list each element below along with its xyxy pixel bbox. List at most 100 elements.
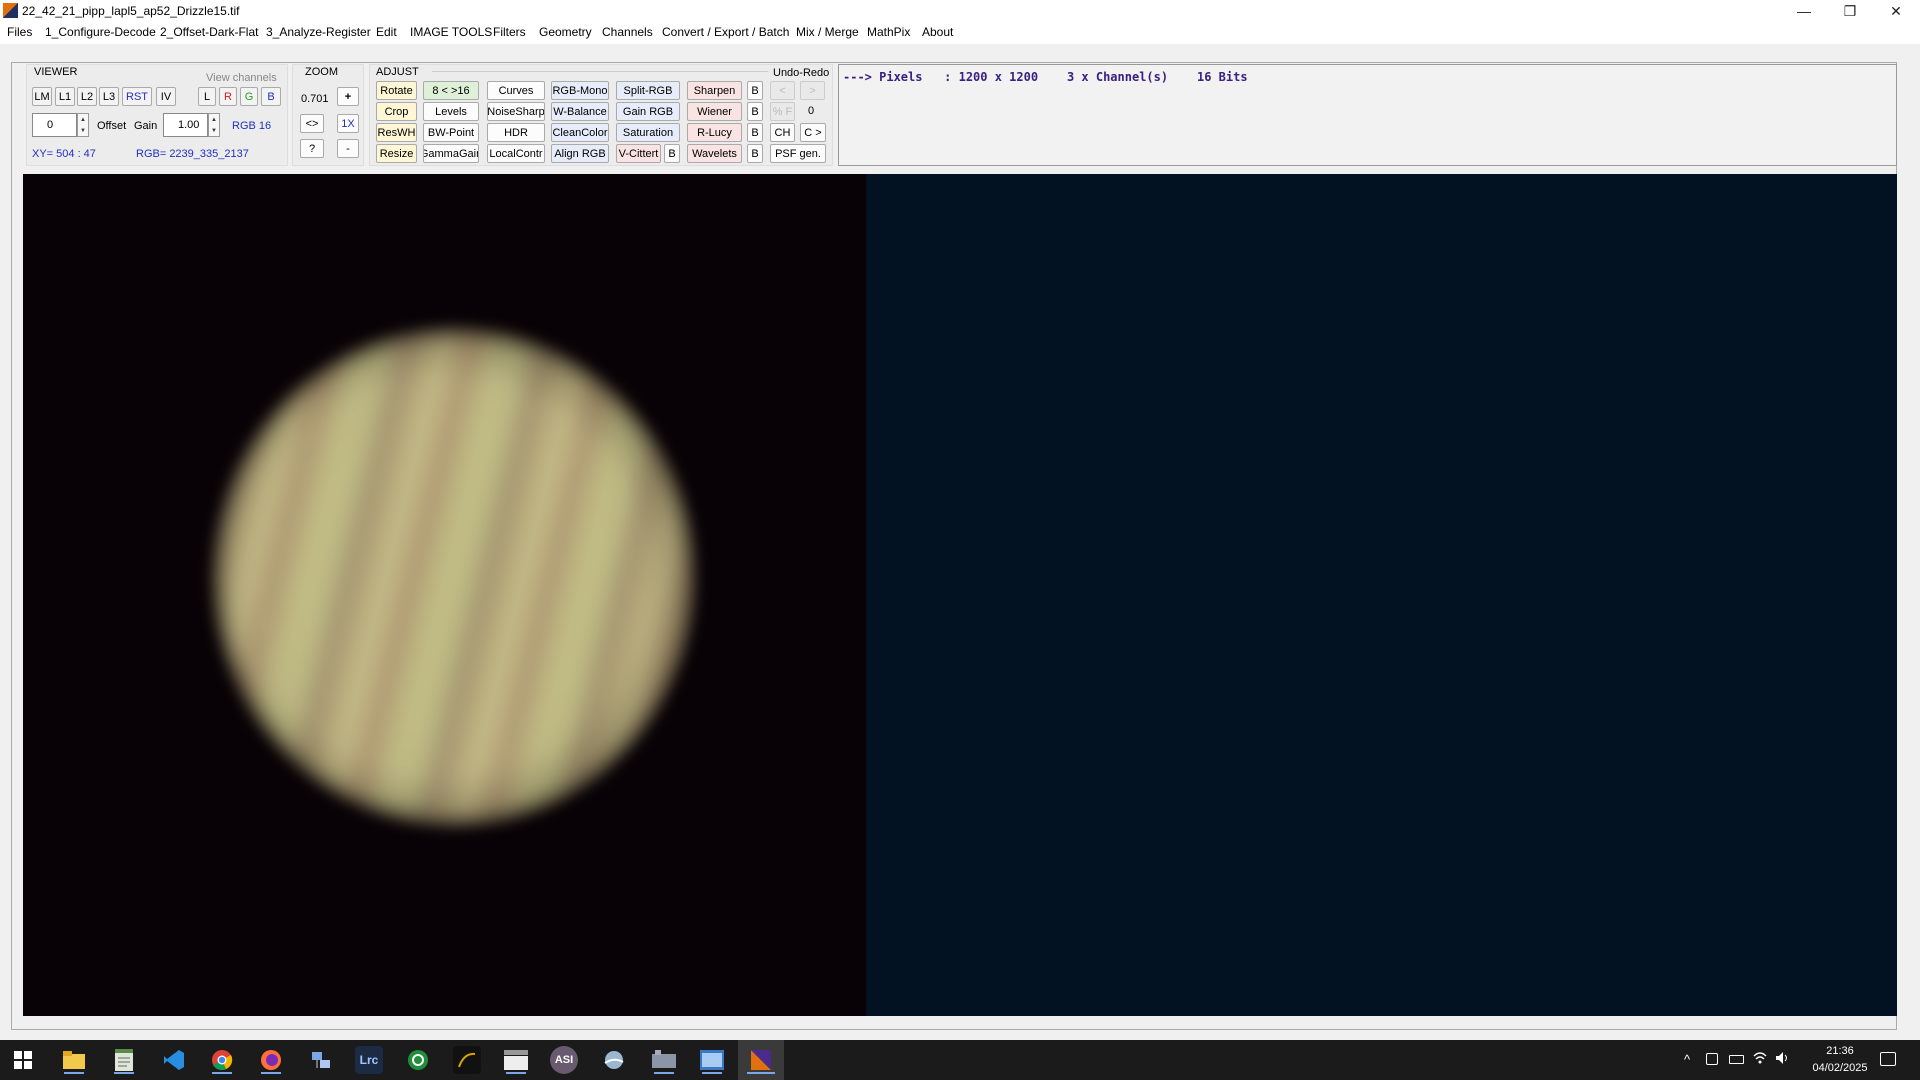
- vscode-icon[interactable]: [160, 1046, 188, 1074]
- green-circle-app-icon[interactable]: [404, 1046, 432, 1074]
- c-next-button[interactable]: C >: [800, 123, 826, 142]
- channel-b-button[interactable]: B: [261, 87, 281, 106]
- white-balance-button[interactable]: W-Balance: [551, 102, 609, 121]
- tray-chevron-icon[interactable]: ^: [1684, 1052, 1690, 1067]
- menu-about[interactable]: About: [922, 25, 953, 39]
- menu-convert-export-batch[interactable]: Convert / Export / Batch: [662, 25, 789, 39]
- viewer-rst-button[interactable]: RST: [122, 87, 152, 106]
- spin-up-icon[interactable]: ▲: [211, 117, 217, 123]
- notepad-icon[interactable]: [110, 1046, 138, 1074]
- resize-button[interactable]: Resize: [376, 144, 417, 163]
- stellarium-icon[interactable]: [600, 1046, 628, 1074]
- restore-button[interactable]: ❐: [1827, 0, 1873, 22]
- bw-point-button[interactable]: BW-Point: [423, 123, 479, 142]
- zoom-in-button[interactable]: +: [337, 87, 359, 106]
- close-button[interactable]: ✕: [1873, 0, 1919, 22]
- offset-input[interactable]: 0: [32, 113, 77, 137]
- viewer-lm-button[interactable]: LM: [32, 87, 52, 106]
- image-display-area[interactable]: [23, 174, 1897, 1016]
- wifi-icon[interactable]: [1753, 1051, 1767, 1065]
- clock-time[interactable]: 21:36: [1817, 1045, 1863, 1057]
- zoom-out-button[interactable]: -: [337, 139, 359, 158]
- saturation-button[interactable]: Saturation: [616, 123, 680, 142]
- wiener-b-button[interactable]: B: [747, 102, 763, 121]
- gain-rgb-button[interactable]: Gain RGB: [616, 102, 680, 121]
- wavelets-button[interactable]: Wavelets: [687, 144, 742, 163]
- menu-geometry[interactable]: Geometry: [539, 25, 592, 39]
- menu-offset-dark-flat[interactable]: 2_Offset-Dark-Flat: [160, 25, 258, 39]
- menu-mix-merge[interactable]: Mix / Merge: [796, 25, 859, 39]
- firefox-icon[interactable]: [257, 1046, 285, 1074]
- lightroom-classic-icon[interactable]: Lrc: [355, 1046, 383, 1074]
- viewer-l1-button[interactable]: L1: [55, 87, 75, 106]
- menu-image-tools[interactable]: IMAGE TOOLS: [410, 25, 492, 39]
- rgb-mono-button[interactable]: RGB-Mono: [551, 81, 609, 100]
- curves-button[interactable]: Curves: [487, 81, 545, 100]
- windows-start-icon[interactable]: [9, 1046, 37, 1074]
- v-cittert-button[interactable]: V-Cittert: [616, 144, 661, 163]
- sharpen-b-button[interactable]: B: [747, 81, 763, 100]
- hdr-button[interactable]: HDR: [487, 123, 545, 142]
- r-lucy-b-button[interactable]: B: [747, 123, 763, 142]
- menu-channels[interactable]: Channels: [602, 25, 653, 39]
- film-app-icon[interactable]: [650, 1046, 678, 1074]
- notifications-icon[interactable]: [1880, 1052, 1896, 1066]
- channel-g-button[interactable]: G: [240, 87, 258, 106]
- image-canvas[interactable]: [23, 174, 866, 1016]
- viewer-l3-button[interactable]: L3: [99, 87, 119, 106]
- photo-viewer-icon[interactable]: [698, 1046, 726, 1074]
- sharpen-button[interactable]: Sharpen: [687, 81, 742, 100]
- noisesharp-button[interactable]: NoiseSharp: [487, 102, 545, 121]
- align-rgb-button[interactable]: Align RGB: [551, 144, 609, 163]
- menu-files[interactable]: Files: [7, 25, 32, 39]
- spin-down-icon[interactable]: ▼: [80, 128, 86, 134]
- split-rgb-button[interactable]: Split-RGB: [616, 81, 680, 100]
- battery-icon[interactable]: [1729, 1055, 1744, 1064]
- menu-mathpix[interactable]: MathPix: [867, 25, 910, 39]
- menu-filters[interactable]: Filters: [493, 25, 526, 39]
- clapper-app-icon[interactable]: [502, 1046, 530, 1074]
- menu-analyze-register[interactable]: 3_Analyze-Register: [266, 25, 371, 39]
- zoom-1x-button[interactable]: 1X: [337, 114, 359, 133]
- menu-edit[interactable]: Edit: [376, 25, 397, 39]
- reswh-button[interactable]: ResWH: [376, 123, 417, 142]
- channel-l-button[interactable]: L: [198, 87, 216, 106]
- viewer-l2-button[interactable]: L2: [77, 87, 97, 106]
- gain-spinner[interactable]: ▲ ▼: [208, 113, 220, 137]
- asi-studio-icon[interactable]: ASI: [550, 1046, 578, 1074]
- crop-button[interactable]: Crop: [376, 102, 417, 121]
- wavelets-b-button[interactable]: B: [747, 144, 763, 163]
- dark-app-icon[interactable]: [453, 1046, 481, 1074]
- cleancolor-button[interactable]: CleanColor: [551, 123, 609, 142]
- channel-r-button[interactable]: R: [219, 87, 237, 106]
- network-app-icon[interactable]: [307, 1046, 335, 1074]
- spin-up-icon[interactable]: ▲: [80, 117, 86, 123]
- v-cittert-b-button[interactable]: B: [664, 144, 680, 163]
- offset-spinner[interactable]: ▲ ▼: [77, 113, 89, 137]
- bit-depth-button[interactable]: 8 < >16: [423, 81, 479, 100]
- undo-button[interactable]: <: [770, 81, 795, 100]
- help-button[interactable]: ?: [300, 139, 324, 158]
- gain-input[interactable]: 1.00: [163, 113, 208, 137]
- redo-button[interactable]: >: [800, 81, 825, 100]
- psf-gen-button[interactable]: PSF gen.: [770, 144, 826, 163]
- chrome-icon[interactable]: [208, 1046, 236, 1074]
- meet-now-icon[interactable]: [1706, 1053, 1718, 1065]
- menu-configure-decode[interactable]: 1_Configure-Decode: [45, 25, 156, 39]
- localcontr-button[interactable]: LocalContr: [487, 144, 545, 163]
- astro-imaging-icon[interactable]: [747, 1046, 775, 1074]
- gammagain-button[interactable]: GammaGain: [423, 144, 479, 163]
- volume-icon[interactable]: [1775, 1051, 1791, 1065]
- rotate-button[interactable]: Rotate: [376, 81, 417, 100]
- viewer-iv-button[interactable]: IV: [156, 87, 176, 106]
- ch-button[interactable]: CH: [770, 123, 795, 142]
- file-explorer-icon[interactable]: [60, 1046, 88, 1074]
- minimize-button[interactable]: —: [1781, 0, 1827, 22]
- wiener-button[interactable]: Wiener: [687, 102, 742, 121]
- spin-down-icon[interactable]: ▼: [211, 128, 217, 134]
- r-lucy-button[interactable]: R-Lucy: [687, 123, 742, 142]
- levels-button[interactable]: Levels: [423, 102, 479, 121]
- clock-date[interactable]: 04/02/2025: [1801, 1062, 1879, 1074]
- percent-f-button[interactable]: % F: [770, 102, 795, 121]
- zoom-fit-button[interactable]: <>: [300, 114, 324, 133]
